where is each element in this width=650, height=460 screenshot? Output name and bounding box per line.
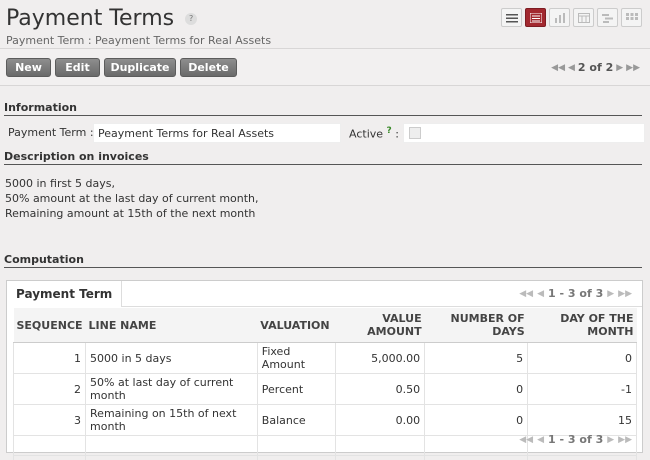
table-header-row: SEQUENCE LINE NAME VALUATION VALUE AMOUN… [13,308,637,343]
header: Payment Terms ? Payment Term : Peayment … [0,0,650,48]
column-header-valuation[interactable]: VALUATION [257,308,336,343]
section-divider [4,164,642,165]
graph-view-icon[interactable] [549,8,570,27]
form-view-icon[interactable] [525,8,546,27]
empty-row [12,455,637,460]
description-section-title: Description on invoices [4,150,149,163]
cell-value-amount: 0.50 [334,373,426,405]
information-section-title: Information [4,101,77,114]
cell-day-of-month: 15 [527,404,637,436]
record-pager: ◀◀ ◀ 2 of 2 ▶ ▶▶ [551,61,640,74]
first-page-icon[interactable]: ◀◀ [519,289,533,299]
cell-sequence: 3 [12,404,87,436]
cell-number-of-days: 0 [424,373,529,405]
table-row[interactable]: 1 5000 in 5 days Fixed Amount 5,000.00 5… [12,342,637,374]
new-button[interactable]: New [6,58,51,77]
column-header-day-of-the-month[interactable]: DAY OF THE MONTH [527,308,637,343]
section-divider [4,267,642,268]
cell-number-of-days: 0 [424,404,529,436]
cell-day-of-month: 0 [527,342,637,374]
cell-line-name: 5000 in 5 days [85,342,258,374]
first-record-icon[interactable]: ◀◀ [551,63,565,73]
cell-valuation: Balance [256,404,336,436]
last-page-icon[interactable]: ▶▶ [618,289,632,299]
active-checkbox[interactable] [409,127,421,139]
table-row[interactable]: 3 Remaining on 15th of next month Balanc… [12,404,637,436]
description-line: 5000 in first 5 days, [5,177,115,190]
gantt-view-icon[interactable] [597,8,618,27]
column-header-value-amount[interactable]: VALUE AMOUNT [335,308,425,343]
lines-pager-text: 1 - 3 of 3 [548,433,604,446]
lines-pager-top: ◀◀ ◀ 1 - 3 of 3 ▶ ▶▶ [519,287,632,300]
cell-value-amount: 0.00 [334,404,426,436]
table-row[interactable]: 2 50% at last day of current month Perce… [12,373,637,405]
cell-line-name: Remaining on 15th of next month [85,404,258,436]
cell-number-of-days: 5 [424,342,529,374]
lines-pager-bottom: ◀◀ ◀ 1 - 3 of 3 ▶ ▶▶ [519,433,632,446]
active-label-text: Active [349,127,384,141]
page-title: Payment Terms ? [6,6,198,31]
active-colon: : [395,127,399,141]
first-page-icon[interactable]: ◀◀ [519,435,533,445]
payment-term-field[interactable]: Peayment Terms for Real Assets [93,123,341,143]
active-help-icon[interactable]: ? [387,126,392,136]
computation-section-title: Computation [4,253,84,266]
description-line: Remaining amount at 15th of the next mon… [5,207,256,220]
edit-button[interactable]: Edit [55,58,100,77]
payment-term-label: Payment Term : [8,126,94,139]
column-header-line-name[interactable]: LINE NAME [85,308,258,343]
cell-day-of-month: -1 [527,373,637,405]
description-line: 50% amount at the last day of current mo… [5,192,259,205]
column-header-sequence[interactable]: SEQUENCE [13,308,86,343]
last-record-icon[interactable]: ▶▶ [626,63,640,73]
help-icon[interactable]: ? [185,13,198,25]
previous-record-icon[interactable]: ◀ [568,63,575,73]
active-label: Active ? : [349,126,399,141]
cell-sequence: 2 [12,373,87,405]
next-page-icon[interactable]: ▶ [607,435,614,445]
cell-valuation: Fixed Amount [256,342,336,374]
panel-header: Payment Term ◀◀ ◀ 1 - 3 of 3 ▶ ▶▶ [7,281,642,307]
payment-term-lines-panel: Payment Term ◀◀ ◀ 1 - 3 of 3 ▶ ▶▶ SEQUEN… [6,280,643,460]
delete-button[interactable]: Delete [180,58,237,77]
description-text: 5000 in first 5 days, 50% amount at the … [5,176,259,221]
previous-page-icon[interactable]: ◀ [537,435,544,445]
previous-page-icon[interactable]: ◀ [537,289,544,299]
lines-pager-text: 1 - 3 of 3 [548,287,604,300]
record-pager-text: 2 of 2 [577,61,614,74]
cell-line-name: 50% at last day of current month [85,373,258,405]
kanban-view-icon[interactable] [621,8,642,27]
toolbar: New Edit Duplicate Delete ◀◀ ◀ 2 of 2 ▶ … [0,48,650,86]
section-divider [4,115,642,116]
view-switcher [501,8,642,27]
cell-valuation: Percent [256,373,336,405]
page-title-text: Payment Terms [6,6,175,31]
calendar-view-icon[interactable] [573,8,594,27]
list-view-icon[interactable] [501,8,522,27]
cell-sequence: 1 [12,342,87,374]
active-field-box [403,123,645,143]
last-page-icon[interactable]: ▶▶ [618,435,632,445]
next-record-icon[interactable]: ▶ [616,63,623,73]
next-page-icon[interactable]: ▶ [607,289,614,299]
tab-payment-term[interactable]: Payment Term [7,281,123,307]
breadcrumb: Payment Term : Peayment Terms for Real A… [6,34,272,47]
cell-value-amount: 5,000.00 [334,342,426,374]
duplicate-button[interactable]: Duplicate [104,58,176,77]
column-header-number-of-days[interactable]: NUMBER OF DAYS [424,308,528,343]
